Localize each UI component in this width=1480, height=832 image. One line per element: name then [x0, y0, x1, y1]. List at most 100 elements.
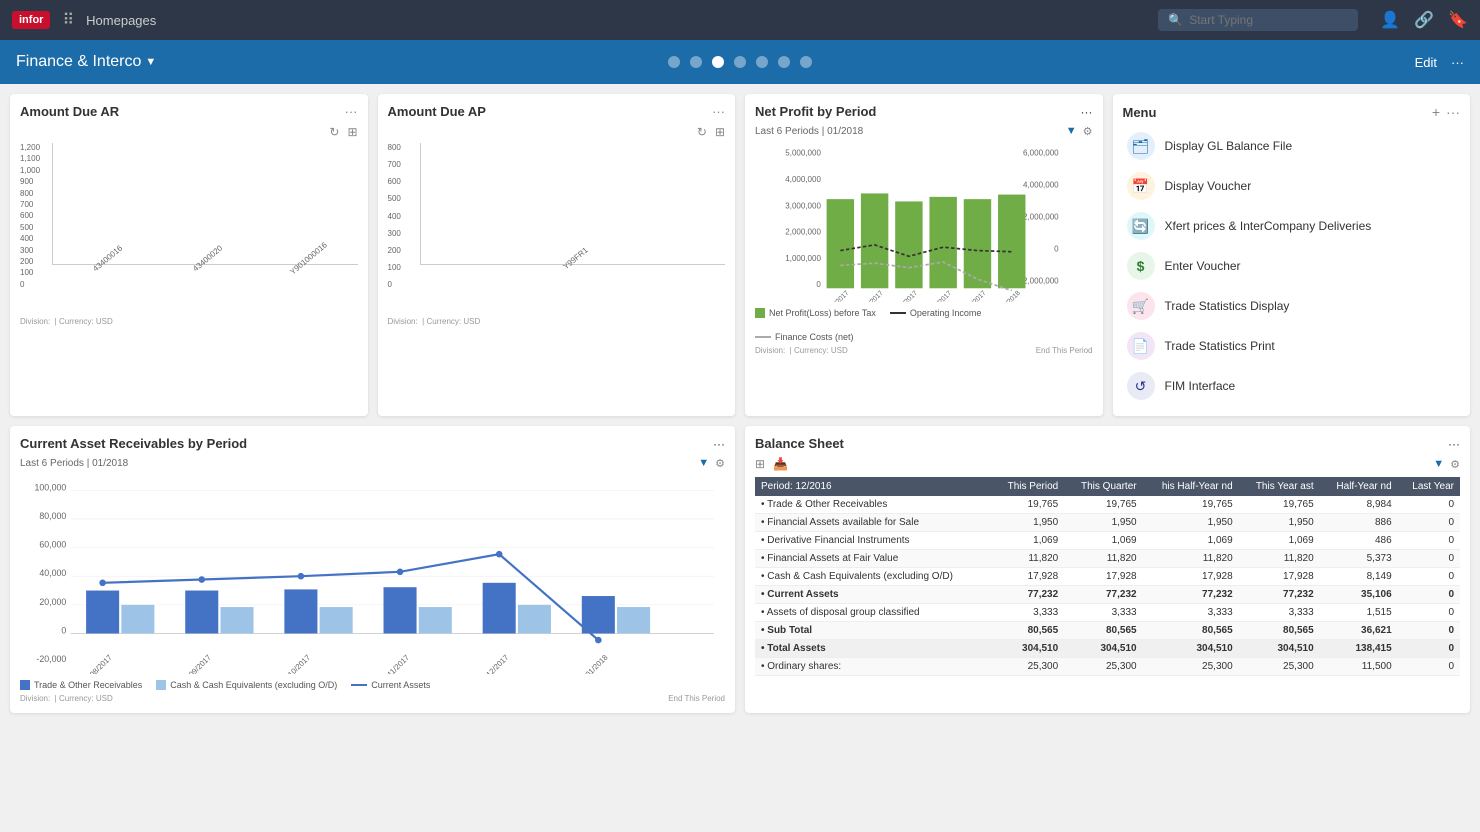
search-bar[interactable]: 🔍: [1158, 9, 1358, 31]
svg-text:2,000,000: 2,000,000: [785, 228, 821, 237]
dot-1[interactable]: [668, 56, 680, 68]
page-title: Finance & Interco ▼: [16, 53, 156, 71]
menu-item-xfert[interactable]: 🔄 Xfert prices & InterCompany Deliveries: [1123, 206, 1461, 246]
apps-icon[interactable]: ⠿: [62, 10, 74, 30]
np-subtitle: Last 6 Periods | 01/2018 ▼ ⚙: [755, 125, 1093, 138]
title-dropdown-icon[interactable]: ▼: [145, 56, 156, 68]
display-voucher-label: Display Voucher: [1165, 179, 1252, 193]
ap-more-button[interactable]: ···: [712, 104, 725, 119]
balance-settings-icon[interactable]: ⚙: [1450, 458, 1460, 471]
np-legend-3: Finance Costs (net): [755, 332, 854, 342]
np-legend: Net Profit(Loss) before Tax Operating In…: [755, 308, 1093, 342]
svg-text:01/2018: 01/2018: [999, 290, 1022, 302]
balance-export-icon[interactable]: 📥: [773, 457, 788, 471]
amount-due-ap-card: Amount Due AP ··· ↻ ⊞ 800700600500400300…: [378, 94, 736, 416]
current-assets-more-button[interactable]: ···: [713, 437, 725, 451]
np-settings-icon[interactable]: ⚙: [1083, 125, 1093, 138]
balance-row-4: • Cash & Cash Equivalents (excluding O/D…: [755, 568, 1460, 586]
ar-card-actions: ···: [345, 104, 358, 119]
np-chart-area: 6,000,000 4,000,000 2,000,000 0 -2,000,0…: [755, 142, 1093, 302]
infor-logo[interactable]: infor: [12, 11, 50, 29]
balance-row-9: • Ordinary shares: 25,300 25,300 25,300 …: [755, 658, 1460, 676]
nav-user-icons: 👤 🔗 🔖: [1380, 10, 1468, 30]
ar-more-button[interactable]: ···: [345, 104, 358, 119]
svg-text:40,000: 40,000: [39, 568, 66, 578]
ap-refresh-icon[interactable]: ↻: [697, 125, 707, 139]
dot-4[interactable]: [734, 56, 746, 68]
user-icon[interactable]: 👤: [1380, 10, 1400, 30]
np-more-button[interactable]: ···: [1081, 105, 1093, 119]
menu-add-icon[interactable]: +: [1432, 104, 1440, 120]
xfert-icon: 🔄: [1127, 212, 1155, 240]
ap-footer: Division: | Currency: USD: [388, 317, 726, 326]
ca-legend-2: Cash & Cash Equivalents (excluding O/D): [156, 680, 337, 690]
balance-row-8: • Total Assets 304,510 304,510 304,510 3…: [755, 640, 1460, 658]
ap-bars: Y99FR1: [420, 143, 726, 265]
balance-col-half-year-nd: Half-Year nd: [1320, 477, 1398, 496]
ca-settings-icon[interactable]: ⚙: [715, 457, 725, 470]
svg-text:08/2017: 08/2017: [828, 290, 851, 302]
ca-footer: Division: | Currency: USD End This Perio…: [20, 694, 725, 703]
ar-export-icon[interactable]: ⊞: [347, 125, 357, 139]
ca-legend-3: Current Assets: [351, 680, 430, 690]
ar-refresh-icon[interactable]: ↻: [329, 125, 339, 139]
dot-6[interactable]: [778, 56, 790, 68]
ar-footer: Division: | Currency: USD: [20, 317, 358, 326]
menu-items-list: 🗂 Display GL Balance File 📅 Display Vouc…: [1123, 126, 1461, 406]
np-filter-icon[interactable]: ▼: [1066, 125, 1077, 138]
header-more-button[interactable]: ···: [1451, 55, 1464, 70]
svg-text:10/2017: 10/2017: [897, 290, 920, 302]
ap-export-icon[interactable]: ⊞: [715, 125, 725, 139]
dot-3[interactable]: [712, 56, 724, 68]
menu-item-fim-interface[interactable]: ↺ FIM Interface: [1123, 366, 1461, 406]
np-legend-1: Net Profit(Loss) before Tax: [755, 308, 876, 318]
share-icon[interactable]: 🔗: [1414, 10, 1434, 30]
edit-button[interactable]: Edit: [1415, 55, 1437, 70]
menu-item-enter-voucher[interactable]: $ Enter Voucher: [1123, 246, 1461, 286]
ap-y-axis: 8007006005004003002001000: [388, 143, 401, 289]
menu-title: Menu: [1123, 105, 1157, 120]
svg-text:12/2017: 12/2017: [965, 290, 988, 302]
svg-text:08/2017: 08/2017: [88, 653, 114, 674]
svg-text:01/2018: 01/2018: [584, 653, 610, 674]
svg-text:6,000,000: 6,000,000: [1023, 149, 1059, 158]
card-header-np: Net Profit by Period ···: [755, 104, 1093, 119]
dot-2[interactable]: [690, 56, 702, 68]
net-profit-card: Net Profit by Period ··· Last 6 Periods …: [745, 94, 1103, 416]
search-input[interactable]: [1189, 13, 1329, 27]
balance-filter-icon[interactable]: ▼: [1433, 458, 1444, 471]
menu-item-gl-balance[interactable]: 🗂 Display GL Balance File: [1123, 126, 1461, 166]
card-header-ar: Amount Due AR ···: [20, 104, 358, 119]
balance-sheet-more-button[interactable]: ···: [1448, 437, 1460, 451]
balance-sheet-tools: ⊞ 📥 ▼ ⚙: [755, 457, 1460, 471]
balance-row-1: • Financial Assets available for Sale 1,…: [755, 514, 1460, 532]
ca-chart-area: 100,000 80,000 60,000 40,000 20,000 0 -2…: [20, 474, 725, 674]
homepages-link[interactable]: Homepages: [86, 13, 156, 28]
card-header-ap: Amount Due AP ···: [388, 104, 726, 119]
bookmark-icon[interactable]: 🔖: [1448, 10, 1468, 30]
balance-row-7: • Sub Total 80,565 80,565 80,565 80,565 …: [755, 622, 1460, 640]
ap-tools: ↻ ⊞: [388, 125, 726, 139]
svg-text:20,000: 20,000: [39, 597, 66, 607]
menu-more-button[interactable]: ···: [1446, 104, 1460, 120]
svg-text:09/2017: 09/2017: [187, 653, 213, 674]
menu-item-trade-print[interactable]: 📄 Trade Statistics Print: [1123, 326, 1461, 366]
balance-row-3: • Financial Assets at Fair Value 11,820 …: [755, 550, 1460, 568]
np-legend-2: Operating Income: [890, 308, 982, 318]
trade-display-label: Trade Statistics Display: [1165, 299, 1290, 313]
ap-bar-1: Y99FR1: [441, 253, 706, 264]
menu-item-trade-display[interactable]: 🛒 Trade Statistics Display: [1123, 286, 1461, 326]
balance-table-icon[interactable]: ⊞: [755, 457, 765, 471]
np-filter-icons: ▼ ⚙: [1066, 125, 1093, 138]
balance-col-this-period: This Period: [992, 477, 1065, 496]
menu-item-display-voucher[interactable]: 📅 Display Voucher: [1123, 166, 1461, 206]
ar-y-axis: 1,2001,1001,0009008007006005004003002001…: [20, 143, 40, 289]
gl-balance-label: Display GL Balance File: [1165, 139, 1293, 153]
dot-7[interactable]: [800, 56, 812, 68]
header-actions: Edit ···: [1415, 55, 1464, 70]
dot-5[interactable]: [756, 56, 768, 68]
gl-balance-icon: 🗂: [1127, 132, 1155, 160]
np-chart-svg: 6,000,000 4,000,000 2,000,000 0 -2,000,0…: [755, 142, 1093, 302]
ca-filter-icon[interactable]: ▼: [698, 457, 709, 470]
page-dots: [668, 56, 812, 68]
